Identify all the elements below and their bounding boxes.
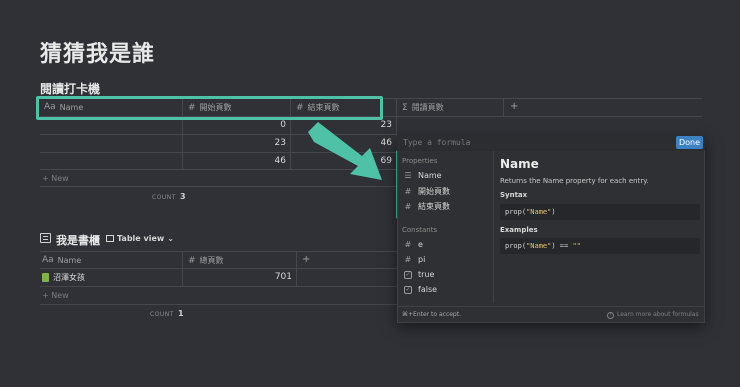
constant-item-pi[interactable]: # pi	[404, 255, 426, 264]
new-row-button[interactable]: + New	[42, 291, 69, 300]
constants-section-label: Constants	[402, 226, 438, 234]
constant-label: pi	[418, 255, 426, 264]
table-row-border	[40, 304, 397, 305]
highlight-box-columns	[36, 96, 383, 120]
count-label: COUNT	[152, 194, 176, 201]
page-title: 猜猜我是誰	[40, 42, 156, 67]
column-header-formula[interactable]: Σ 閱讀頁數	[402, 102, 444, 113]
syntax-code: prop("Name")	[500, 204, 700, 220]
chevron-down-icon: ⌄	[167, 234, 174, 243]
count-value: 1	[177, 309, 185, 318]
property-item-start-page[interactable]: # 開始頁數	[404, 186, 450, 197]
constant-item-false[interactable]: ✓ false	[404, 285, 437, 294]
column-header-name[interactable]: Aa Name	[42, 255, 81, 265]
property-item-name[interactable]: ☰ Name	[404, 171, 442, 180]
add-property-button[interactable]: +	[302, 254, 310, 265]
new-row-button[interactable]: + New	[42, 174, 69, 183]
help-icon: ?	[607, 312, 614, 319]
table-view-icon	[106, 235, 114, 242]
column-header-label: 閱讀頁數	[411, 103, 444, 112]
view-label: Table view	[117, 234, 165, 243]
done-button[interactable]: Done	[676, 136, 703, 149]
count-summary[interactable]: COUNT 3	[152, 192, 186, 201]
checkbox-icon: ✓	[404, 285, 412, 294]
view-selector[interactable]: Table view ⌄	[106, 234, 174, 243]
column-divider	[503, 98, 504, 116]
cell-start-page[interactable]: 0	[240, 120, 286, 130]
row-name: 沼澤女孩	[53, 273, 85, 282]
database-title[interactable]: 閱讀打卡機	[40, 80, 100, 97]
property-label: Name	[418, 171, 442, 180]
table-header-border	[40, 268, 397, 269]
hash-icon: #	[404, 187, 412, 196]
count-value: 3	[179, 192, 187, 201]
property-label: 結束頁數	[418, 202, 450, 211]
hash-icon: #	[404, 202, 412, 211]
cell-start-page[interactable]: 46	[240, 156, 286, 166]
number-property-icon: #	[188, 255, 196, 266]
example-code: prop("Name") == ""	[500, 238, 700, 254]
text-property-icon: Aa	[42, 255, 54, 265]
column-header-label: Name	[57, 255, 82, 265]
constant-label: e	[418, 240, 423, 249]
table-row[interactable]: 沼澤女孩	[42, 272, 85, 283]
column-header-total-pages[interactable]: # 總頁數	[188, 255, 224, 266]
pointer-arrow	[308, 122, 382, 180]
cell-total-pages[interactable]: 701	[240, 272, 292, 282]
property-label: 開始頁數	[418, 187, 450, 196]
column-divider	[182, 251, 183, 286]
constant-item-true[interactable]: ✓ true	[404, 270, 434, 279]
database-title[interactable]: 我是書櫃	[56, 232, 100, 248]
formula-property-icon: Σ	[402, 102, 408, 113]
learn-more-link[interactable]: ? Learn more about formulas	[607, 311, 699, 319]
add-property-button[interactable]: +	[510, 101, 518, 112]
count-summary[interactable]: COUNT 1	[150, 309, 184, 318]
checkbox-icon: ✓	[404, 270, 412, 279]
detail-description: Returns the Name property for each entry…	[500, 177, 649, 185]
properties-section-label: Properties	[402, 157, 438, 165]
count-label: COUNT	[150, 311, 174, 318]
hash-icon: #	[404, 255, 412, 264]
table-row-border	[40, 286, 397, 287]
column-header-label: 總頁數	[199, 256, 224, 265]
formula-input[interactable]: Type a formula	[403, 138, 470, 147]
accept-hint: ⌘+Enter to accept.	[402, 311, 462, 318]
cell-start-page[interactable]: 23	[240, 138, 286, 148]
book-emoji-icon	[42, 273, 49, 282]
examples-heading: Examples	[500, 226, 538, 234]
constant-label: true	[418, 270, 435, 279]
text-icon: ☰	[404, 171, 412, 180]
hash-icon: #	[404, 240, 412, 249]
constant-item-e[interactable]: # e	[404, 240, 423, 249]
column-divider	[296, 251, 297, 286]
table-top-border	[40, 251, 397, 252]
book-icon	[40, 233, 51, 243]
detail-title: Name	[500, 157, 539, 171]
property-item-end-page[interactable]: # 結束頁數	[404, 201, 450, 212]
syntax-heading: Syntax	[500, 191, 528, 199]
constant-label: false	[418, 285, 438, 294]
